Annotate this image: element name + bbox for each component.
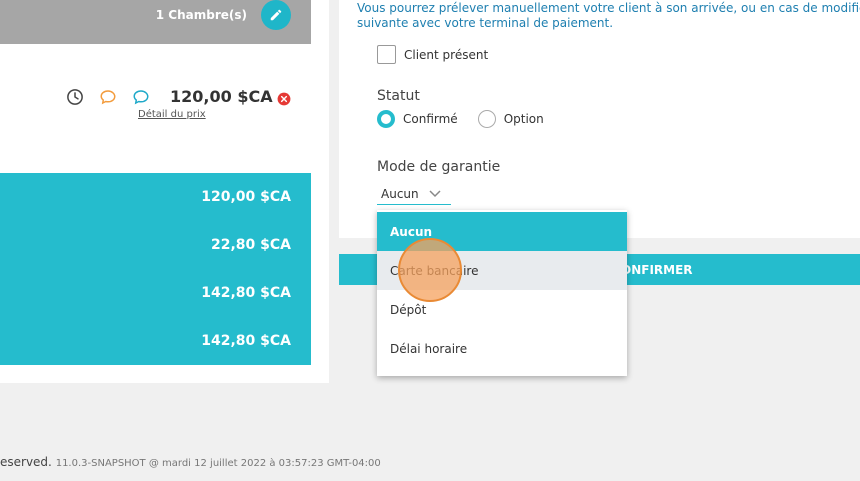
chevron-down-icon	[429, 190, 441, 198]
garantie-select[interactable]: Aucun	[377, 184, 451, 205]
radio-confirme[interactable]	[377, 110, 395, 128]
chat-bubble-orange-icon[interactable]	[99, 88, 117, 106]
client-present-checkbox-row[interactable]: Client présent	[377, 45, 488, 64]
total-line: 142,80 $CA	[201, 333, 291, 349]
footer-reserved: eserved.	[0, 455, 52, 469]
garantie-label: Mode de garantie	[377, 159, 501, 175]
total-line: 22,80 $CA	[210, 237, 291, 253]
pencil-icon	[270, 9, 282, 21]
info-line: Vous pourrez prélever manuellement votre…	[357, 1, 860, 15]
remove-icon[interactable]	[277, 92, 291, 106]
option-label: Dépôt	[390, 302, 427, 317]
rooms-count: 1 Chambre(s)	[155, 8, 247, 22]
radio-option[interactable]	[477, 110, 496, 128]
clock-icon[interactable]	[66, 88, 84, 106]
footer-version: 11.0.3-SNAPSHOT @ mardi 12 juillet 2022 …	[55, 458, 381, 469]
total-line: 142,80 $CA	[201, 285, 291, 301]
footer: eserved. 11.0.3-SNAPSHOT @ mardi 12 juil…	[0, 455, 381, 469]
option-label: Délai horaire	[390, 341, 468, 356]
edit-rooms-button[interactable]	[261, 0, 291, 30]
dropdown-option-delai-horaire[interactable]: Délai horaire	[377, 329, 627, 368]
click-indicator	[398, 238, 462, 302]
price-detail-link[interactable]: Détail du prix	[138, 109, 206, 120]
rooms-header: 1 Chambre(s)	[0, 0, 311, 44]
confirm-button-label: ONFIRMER	[621, 262, 693, 277]
option-label: Aucun	[390, 224, 433, 239]
client-present-checkbox[interactable]	[377, 45, 396, 64]
payment-info-text: Vous pourrez prélever manuellement votre…	[357, 1, 860, 31]
statut-label: Statut	[377, 88, 420, 104]
radio-option-label[interactable]: Option	[504, 112, 544, 126]
chat-bubble-blue-icon[interactable]	[132, 88, 150, 106]
price-row: 120,00 $CA Détail du prix	[0, 80, 311, 130]
total-line: 120,00 $CA	[201, 189, 291, 205]
client-present-label: Client présent	[404, 47, 489, 62]
garantie-select-value: Aucun	[381, 187, 419, 201]
totals-block: 120,00 $CA 22,80 $CA 142,80 $CA 142,80 $…	[0, 173, 311, 365]
reservation-summary-card: 1 Chambre(s) 120,00 $CA Détail du prix 1…	[0, 0, 329, 383]
room-price: 120,00 $CA	[170, 87, 273, 106]
radio-confirme-label[interactable]: Confirmé	[403, 112, 458, 126]
statut-radio-group: Confirmé Option	[377, 110, 564, 128]
info-line: suivante avec votre terminal de paiement…	[357, 16, 614, 30]
